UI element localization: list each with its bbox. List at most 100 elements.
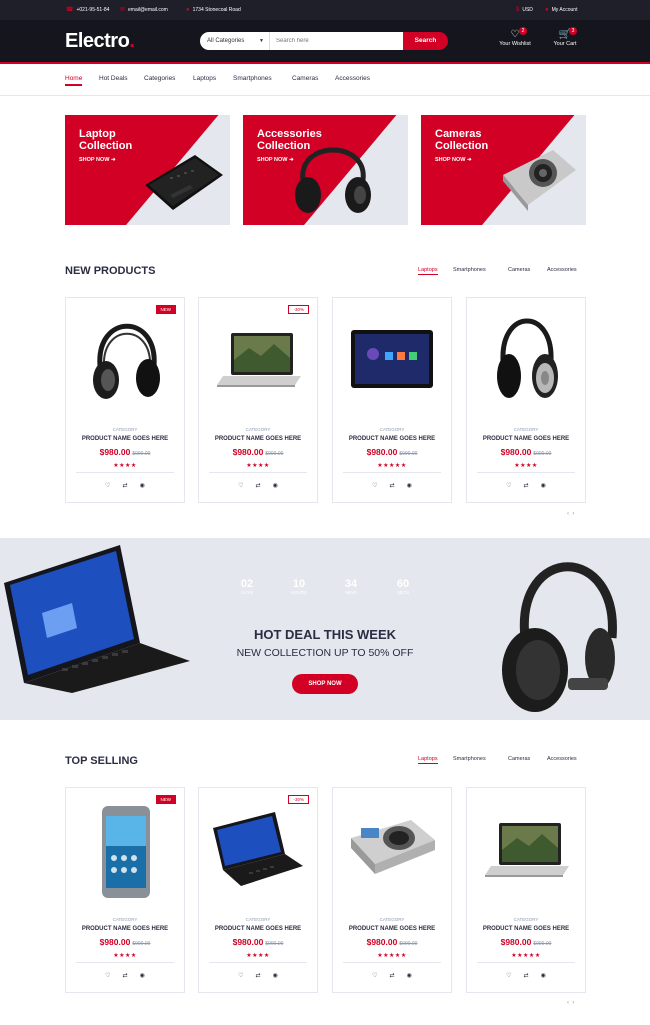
divider	[477, 472, 575, 473]
account-link[interactable]: ● My Account	[545, 7, 577, 14]
heart-icon[interactable]: ♡	[506, 972, 511, 979]
logo[interactable]: Electro.	[65, 30, 135, 53]
product-image[interactable]	[199, 798, 317, 898]
heart-icon[interactable]: ♡	[238, 972, 243, 979]
new-products-title: NEW PRODUCTS	[65, 265, 156, 277]
product-category: CATEGORY	[112, 917, 138, 922]
phone-contact[interactable]: ☎ +021-95-51-84	[66, 7, 109, 14]
eye-icon[interactable]: ◉	[140, 972, 145, 979]
nav-laptops[interactable]: Laptops	[193, 75, 216, 82]
tab-accessories[interactable]: Accessories	[547, 756, 577, 762]
eye-icon[interactable]: ◉	[140, 482, 145, 489]
eye-icon[interactable]: ◉	[273, 482, 278, 489]
shop-now-link[interactable]: SHOP NOW ➜	[79, 157, 116, 163]
currency-link[interactable]: $ USD	[516, 7, 533, 14]
compare-icon[interactable]: ⇄	[256, 482, 261, 489]
product-card[interactable]: NEW CATEGORY PRODUCT NAME GOES HERE $980.00…	[65, 787, 185, 993]
eye-icon[interactable]: ◉	[541, 482, 546, 489]
tab-laptops[interactable]: Laptops	[418, 756, 438, 764]
deal-laptop-image	[2, 543, 192, 698]
shop-now-link[interactable]: SHOP NOW ➜	[435, 157, 472, 163]
compare-icon[interactable]: ⇄	[256, 972, 261, 979]
email-contact[interactable]: ✉ email@email.com	[120, 7, 168, 14]
heart-icon[interactable]: ♡	[105, 972, 110, 979]
product-image[interactable]	[66, 308, 184, 408]
countdown-days: 02 DAYS	[232, 578, 262, 595]
heart-icon[interactable]: ♡	[372, 972, 377, 979]
eye-icon[interactable]: ◉	[273, 972, 278, 979]
product-name[interactable]: PRODUCT NAME GOES HERE	[467, 926, 585, 932]
hot-deal-shop-button[interactable]: SHOP NOW	[292, 674, 358, 694]
chevron-left-icon[interactable]: ‹	[567, 1000, 569, 1006]
product-card[interactable]: -30% CATEGORY PRODUCT NAME GOES HERE $980.0…	[198, 297, 318, 503]
wishlist-count: 2	[519, 27, 527, 35]
product-card[interactable]: CATEGORY PRODUCT NAME GOES HERE $980.00 $99…	[466, 297, 586, 503]
search-button[interactable]: Search	[403, 32, 448, 50]
collection-cameras[interactable]: Cameras Collection SHOP NOW ➜	[421, 115, 586, 225]
product-image[interactable]	[66, 798, 184, 898]
nav-hot-deals[interactable]: Hot Deals	[99, 75, 128, 82]
tab-cameras[interactable]: Cameras	[508, 756, 530, 762]
collection-laptop[interactable]: Laptop Collection SHOP NOW ➜	[65, 115, 230, 225]
tab-accessories[interactable]: Accessories	[547, 267, 577, 273]
chevron-right-icon[interactable]: ›	[572, 1000, 574, 1006]
chevron-right-icon[interactable]: ›	[572, 511, 574, 517]
product-card[interactable]: CATEGORY PRODUCT NAME GOES HERE $980.00 $99…	[466, 787, 586, 993]
eye-icon[interactable]: ◉	[407, 482, 412, 489]
product-card[interactable]: CATEGORY PRODUCT NAME GOES HERE $980.00 $99…	[332, 297, 452, 503]
product-name[interactable]: PRODUCT NAME GOES HERE	[333, 926, 451, 932]
nav-home[interactable]: Home	[65, 75, 83, 86]
product-name[interactable]: PRODUCT NAME GOES HERE	[199, 436, 317, 442]
tab-smartphones[interactable]: Smartphones	[453, 267, 486, 273]
current-price: $980.00	[366, 447, 398, 457]
tab-laptops[interactable]: Laptops	[418, 267, 438, 275]
product-card[interactable]: NEW CATEGORY PRODUCT NAME GOES HERE $980.00…	[65, 297, 185, 503]
product-image[interactable]	[199, 308, 317, 408]
heart-icon[interactable]: ♡	[506, 482, 511, 489]
product-name[interactable]: PRODUCT NAME GOES HERE	[66, 926, 184, 932]
compare-icon[interactable]: ⇄	[524, 972, 529, 979]
product-image[interactable]	[467, 308, 585, 408]
compare-icon[interactable]: ⇄	[390, 972, 395, 979]
shop-now-text: SHOP NOW	[79, 157, 110, 163]
address-contact[interactable]: ● 1734 Stonecoal Road	[186, 7, 241, 14]
compare-icon[interactable]: ⇄	[390, 482, 395, 489]
shop-now-link[interactable]: SHOP NOW ➜	[257, 157, 294, 163]
tab-smartphones[interactable]: Smartphones	[453, 756, 486, 762]
compare-icon[interactable]: ⇄	[524, 482, 529, 489]
product-card[interactable]: -30% CATEGORY PRODUCT NAME GOES HERE $980.0…	[198, 787, 318, 993]
product-price: $980.00 $990.00	[199, 447, 317, 457]
product-card[interactable]: CATEGORY PRODUCT NAME GOES HERE $980.00 $99…	[332, 787, 452, 993]
compare-icon[interactable]: ⇄	[123, 482, 128, 489]
nav-cameras[interactable]: Cameras	[292, 75, 318, 82]
chevron-left-icon[interactable]: ‹	[567, 511, 569, 517]
product-name[interactable]: PRODUCT NAME GOES HERE	[333, 436, 451, 442]
current-price: $980.00	[99, 447, 131, 457]
product-image[interactable]	[333, 798, 451, 898]
heart-icon[interactable]: ♡	[372, 482, 377, 489]
product-image[interactable]	[467, 798, 585, 898]
collection-accessories[interactable]: Accessories Collection SHOP NOW ➜	[243, 115, 408, 225]
product-name[interactable]: PRODUCT NAME GOES HERE	[467, 436, 585, 442]
heart-icon[interactable]: ♡	[238, 482, 243, 489]
nav-categories[interactable]: Categories	[144, 75, 175, 82]
nav-smartphones[interactable]: Smartphones	[233, 75, 272, 82]
divider	[76, 962, 174, 963]
tab-cameras[interactable]: Cameras	[508, 267, 530, 273]
main-nav: Home Hot Deals Categories Laptops Smartp…	[0, 66, 650, 96]
heart-icon[interactable]: ♡	[105, 482, 110, 489]
eye-icon[interactable]: ◉	[541, 972, 546, 979]
compare-icon[interactable]: ⇄	[123, 972, 128, 979]
cart-button[interactable]: 🛒 3 Your Cart	[545, 27, 585, 47]
nav-accessories[interactable]: Accessories	[335, 75, 370, 82]
product-name[interactable]: PRODUCT NAME GOES HERE	[66, 436, 184, 442]
product-name[interactable]: PRODUCT NAME GOES HERE	[199, 926, 317, 932]
product-rating: ★★★★★	[511, 953, 541, 959]
countdown-secs: 60 SECS	[388, 578, 418, 595]
product-category: CATEGORY	[112, 427, 138, 432]
wishlist-button[interactable]: ♡ 2 Your Wishlist	[495, 27, 535, 47]
category-select[interactable]: All Categories ▼	[200, 32, 270, 50]
product-image[interactable]	[333, 308, 451, 408]
search-input[interactable]	[270, 32, 403, 50]
eye-icon[interactable]: ◉	[407, 972, 412, 979]
